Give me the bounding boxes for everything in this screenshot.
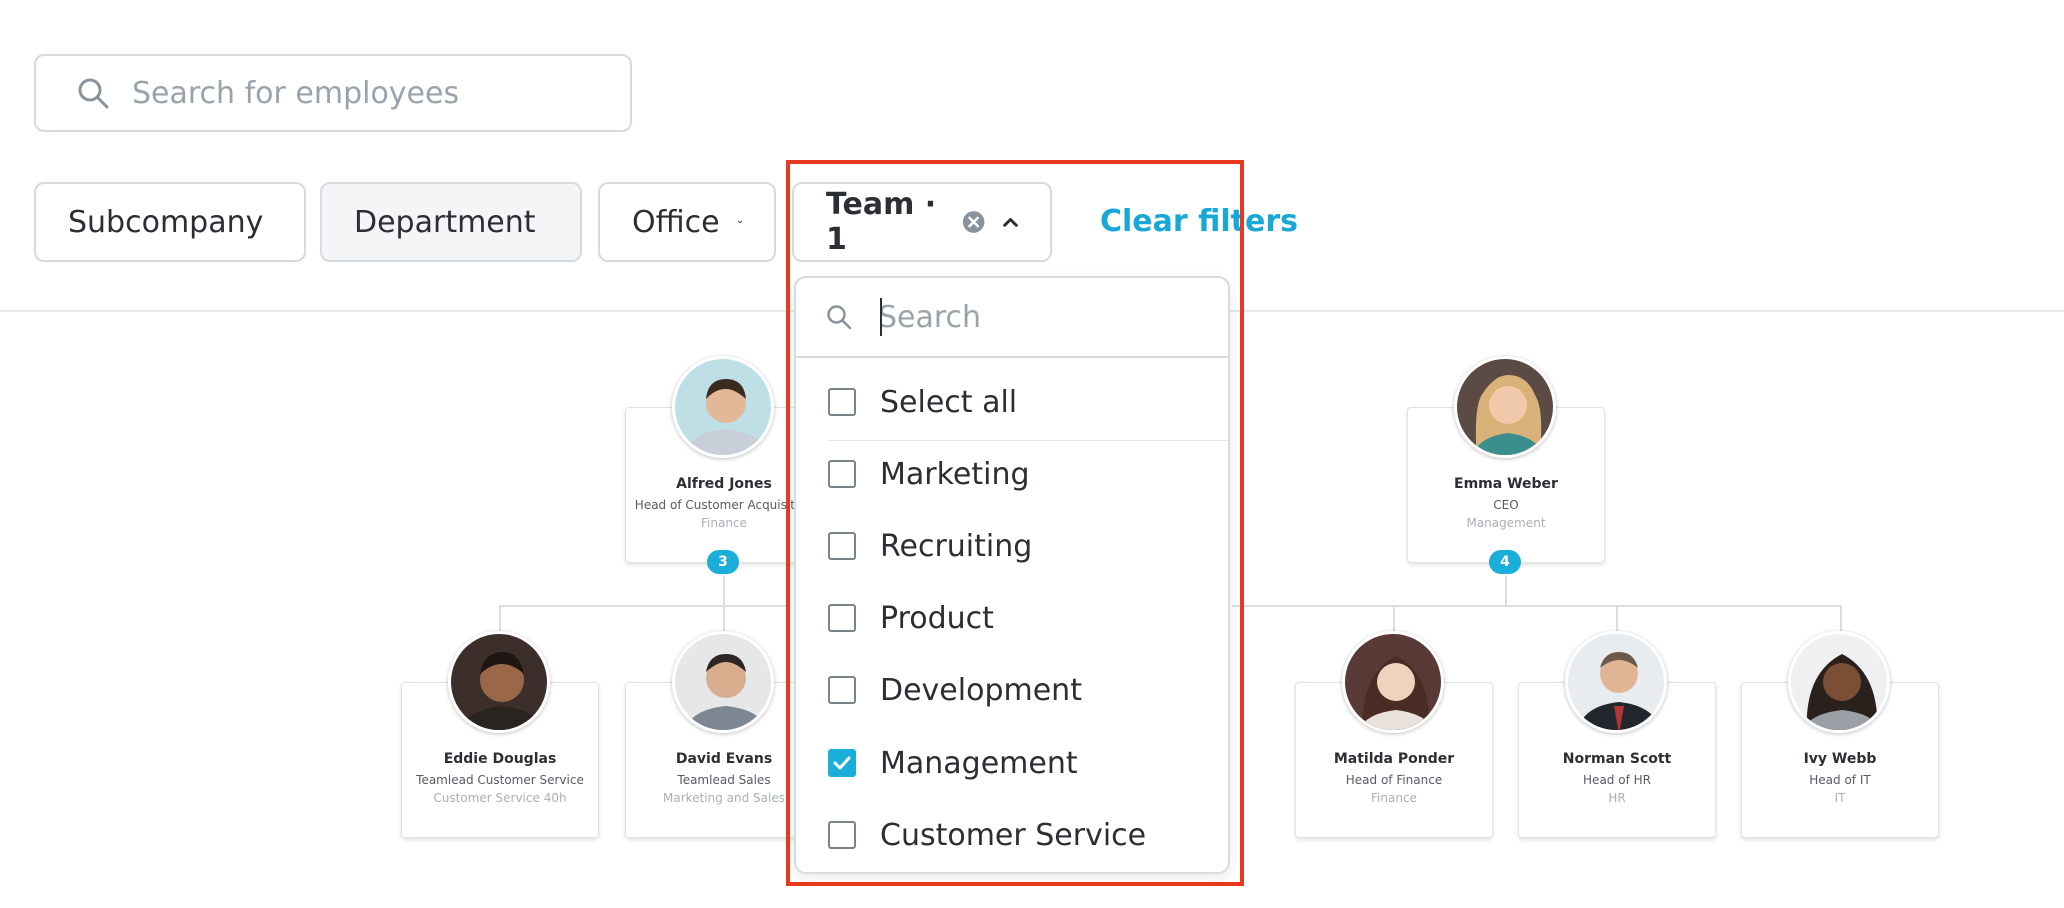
employee-role: CEO: [1493, 498, 1519, 512]
checkbox-checked[interactable]: [828, 749, 856, 777]
employee-department: Customer Service 40h: [433, 791, 567, 805]
team-option-customer-service[interactable]: Customer Service: [828, 810, 1146, 860]
employee-department: IT: [1834, 791, 1846, 805]
team-search-input[interactable]: [876, 298, 1200, 336]
avatar[interactable]: [672, 631, 774, 733]
employee-search-box[interactable]: [34, 54, 632, 132]
reports-count-badge[interactable]: 4: [1489, 550, 1521, 574]
checkbox[interactable]: [828, 821, 856, 849]
employee-department: Finance: [1371, 791, 1417, 805]
checkbox[interactable]: [828, 676, 856, 704]
option-label: Product: [880, 600, 994, 636]
employee-role: Teamlead Customer Service: [416, 773, 584, 787]
avatar[interactable]: [1565, 631, 1667, 733]
option-label: Development: [880, 672, 1082, 708]
checkbox[interactable]: [828, 460, 856, 488]
team-option-development[interactable]: Development: [828, 665, 1082, 715]
option-label: Management: [880, 745, 1078, 781]
employee-role: Head of Customer Acquisition: [634, 498, 814, 512]
chevron-down-icon: [737, 220, 742, 224]
checkbox[interactable]: [828, 532, 856, 560]
team-search-box[interactable]: [796, 278, 1228, 358]
employee-name: Ivy Webb: [1803, 751, 1877, 767]
employee-name: Norman Scott: [1562, 751, 1672, 767]
checkbox[interactable]: [828, 604, 856, 632]
subcompany-filter[interactable]: Subcompany: [34, 182, 306, 262]
employee-search-input[interactable]: [130, 74, 594, 112]
reports-count-badge[interactable]: 3: [707, 550, 739, 574]
avatar[interactable]: [448, 631, 550, 733]
office-filter[interactable]: Office: [598, 182, 776, 262]
avatar[interactable]: [1454, 356, 1556, 458]
avatar[interactable]: [1788, 631, 1890, 733]
connector-line: [1505, 576, 1507, 606]
department-filter-label: Department: [354, 204, 536, 240]
checkbox[interactable]: [828, 388, 856, 416]
office-filter-label: Office: [632, 204, 720, 240]
employee-department: HR: [1608, 791, 1626, 805]
team-option-management[interactable]: Management: [828, 738, 1078, 788]
option-label: Recruiting: [880, 528, 1033, 564]
employee-role: Head of HR: [1583, 773, 1651, 787]
search-icon: [827, 305, 852, 330]
option-separator: [828, 440, 1228, 441]
employee-role: Teamlead Sales: [677, 773, 771, 787]
employee-department: Marketing and Sales: [663, 791, 785, 805]
clear-filter-icon[interactable]: [962, 208, 985, 236]
employee-department: Finance: [701, 516, 747, 530]
department-filter[interactable]: Department: [320, 182, 582, 262]
employee-name: Alfred Jones: [676, 476, 772, 492]
connector-line: [1232, 605, 1842, 607]
employee-department: Management: [1466, 516, 1546, 530]
employee-name: Eddie Douglas: [443, 751, 557, 767]
avatar[interactable]: [672, 356, 774, 458]
subcompany-filter-label: Subcompany: [68, 204, 264, 240]
employee-name: David Evans: [675, 751, 773, 767]
option-label: Customer Service: [880, 817, 1147, 853]
team-dropdown: Select all Marketing Recruiting Product …: [794, 276, 1230, 874]
option-label: Select all: [880, 384, 1018, 420]
team-filter-label: Team · 1: [826, 187, 937, 257]
text-cursor: [880, 298, 882, 336]
search-icon: [78, 78, 109, 109]
checkmark-icon: [833, 756, 851, 770]
employee-role: Head of Finance: [1345, 773, 1443, 787]
chevron-up-icon: [1003, 218, 1018, 227]
employee-name: Emma Weber: [1454, 476, 1558, 492]
connector-line: [499, 605, 789, 607]
team-option-product[interactable]: Product: [828, 593, 994, 643]
employee-name: Matilda Ponder: [1333, 751, 1455, 767]
connector-line: [723, 576, 725, 606]
option-label: Marketing: [880, 456, 1030, 492]
avatar[interactable]: [1342, 631, 1444, 733]
team-option-recruiting[interactable]: Recruiting: [828, 521, 1032, 571]
clear-filters-link[interactable]: Clear filters: [1100, 204, 1298, 239]
team-option-marketing[interactable]: Marketing: [828, 449, 1030, 499]
team-filter[interactable]: Team · 1: [792, 182, 1052, 262]
team-option-select-all[interactable]: Select all: [828, 377, 1017, 427]
employee-role: Head of IT: [1809, 773, 1871, 787]
